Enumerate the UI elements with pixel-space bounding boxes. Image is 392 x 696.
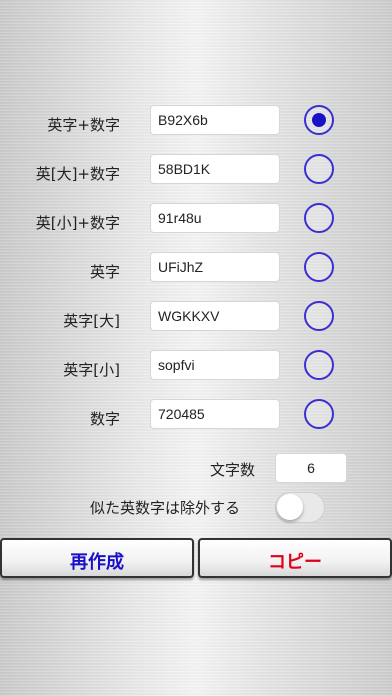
row-label: 英字+数字 bbox=[47, 116, 120, 134]
length-input[interactable]: 6 bbox=[275, 453, 347, 483]
row-upper-alpha: 英字[大] WGKKXV bbox=[0, 301, 392, 341]
row-label: 英[小]+数字 bbox=[35, 214, 120, 232]
password-field[interactable]: 91r48u bbox=[150, 203, 280, 233]
row-alpha: 英字 UFiJhZ bbox=[0, 252, 392, 292]
radio-button[interactable] bbox=[304, 252, 334, 282]
password-field[interactable]: UFiJhZ bbox=[150, 252, 280, 282]
row-label: 数字 bbox=[89, 410, 120, 428]
radio-button[interactable] bbox=[304, 399, 334, 429]
row-digits: 数字 720485 bbox=[0, 399, 392, 439]
radio-button[interactable] bbox=[304, 154, 334, 184]
row-label: 英字[大] bbox=[63, 312, 120, 330]
row-label: 英字[小] bbox=[63, 361, 120, 379]
radio-button[interactable] bbox=[304, 203, 334, 233]
row-alnum: 英字+数字 B92X6b bbox=[0, 105, 392, 145]
password-field[interactable]: WGKKXV bbox=[150, 301, 280, 331]
radio-button[interactable] bbox=[304, 105, 334, 135]
copy-button[interactable]: コピー bbox=[198, 538, 392, 578]
row-lower-alpha: 英字[小] sopfvi bbox=[0, 350, 392, 390]
password-field[interactable]: 58BD1K bbox=[150, 154, 280, 184]
toggle-knob bbox=[277, 494, 303, 520]
password-field[interactable]: B92X6b bbox=[150, 105, 280, 135]
row-upper-alnum: 英[大]+数字 58BD1K bbox=[0, 154, 392, 194]
row-label: 英[大]+数字 bbox=[35, 165, 120, 183]
radio-button[interactable] bbox=[304, 301, 334, 331]
regenerate-button[interactable]: 再作成 bbox=[0, 538, 194, 578]
radio-button[interactable] bbox=[304, 350, 334, 380]
length-label: 文字数 bbox=[210, 461, 256, 479]
row-label: 英字 bbox=[89, 263, 120, 281]
password-field[interactable]: 720485 bbox=[150, 399, 280, 429]
row-lower-alnum: 英[小]+数字 91r48u bbox=[0, 203, 392, 243]
exclude-similar-toggle[interactable] bbox=[275, 492, 325, 523]
exclude-similar-label: 似た英数字は除外する bbox=[90, 499, 241, 517]
password-field[interactable]: sopfvi bbox=[150, 350, 280, 380]
